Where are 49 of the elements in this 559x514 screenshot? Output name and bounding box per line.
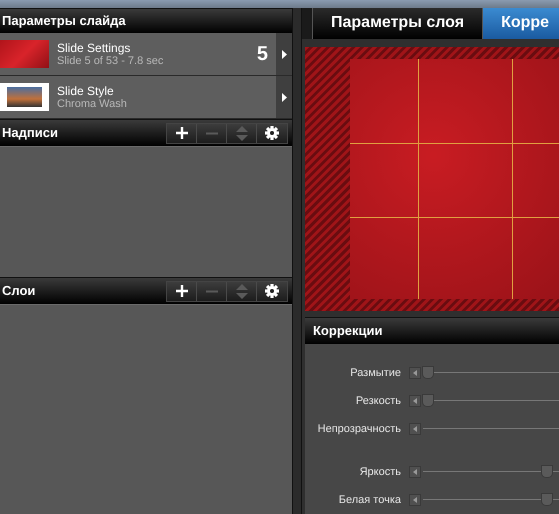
step-left-button[interactable] — [409, 494, 421, 506]
settings-icon — [265, 126, 279, 140]
row-title: Slide Settings — [57, 40, 132, 54]
slide-row[interactable]: Slide Style Chroma Wash — [0, 76, 292, 119]
slide-number: 5 — [256, 42, 268, 67]
tool-button[interactable] — [167, 282, 197, 300]
row-subtitle: Chroma Wash — [57, 98, 127, 110]
left-arrow-icon — [413, 398, 417, 404]
style-thumbnail — [0, 83, 49, 111]
tab[interactable]: Параметры слоя — [312, 8, 484, 39]
slider-label: Размытие — [349, 366, 402, 381]
up-down-arrows-icon — [236, 284, 248, 298]
left-arrow-icon — [413, 497, 417, 503]
plus-icon — [176, 127, 188, 139]
up-down-arrows-icon — [236, 126, 248, 140]
slider-label: Яркость — [358, 464, 402, 480]
tool-button[interactable] — [257, 282, 287, 300]
section-title: Слои — [2, 282, 36, 300]
section-title: Коррекции — [313, 322, 382, 340]
left-arrow-icon — [413, 426, 417, 432]
tool-button[interactable] — [257, 124, 287, 142]
slide-row[interactable]: Slide Settings Slide 5 of 53 - 7.8 sec 5 — [0, 33, 292, 76]
step-left-button[interactable] — [409, 395, 421, 407]
left-arrow-icon — [413, 370, 417, 376]
minus-icon — [206, 290, 218, 292]
slide-thumbnail — [0, 40, 49, 68]
slider-thumb[interactable] — [422, 394, 434, 407]
plus-icon — [176, 285, 188, 297]
slider-label: Резкость — [354, 394, 402, 409]
row-subtitle: Slide 5 of 53 - 7.8 sec — [57, 54, 164, 68]
section-title: Надписи — [2, 124, 58, 142]
settings-icon — [265, 284, 279, 298]
tab[interactable]: Корре — [483, 8, 559, 39]
slider-thumb[interactable] — [541, 465, 553, 478]
slider-label: Белая точка — [338, 492, 402, 508]
expand-arrow-icon[interactable] — [282, 92, 286, 102]
left-arrow-icon — [413, 469, 417, 475]
slider-thumb[interactable] — [541, 493, 553, 506]
tool-button[interactable] — [167, 124, 197, 142]
step-left-button[interactable] — [409, 423, 421, 435]
step-left-button[interactable] — [409, 466, 421, 478]
row-title: Slide Style — [57, 84, 115, 98]
splitter[interactable] — [292, 8, 302, 514]
panel-title: Параметры слайда — [2, 12, 126, 30]
slider-thumb[interactable] — [422, 366, 434, 379]
expand-arrow-icon[interactable] — [282, 50, 286, 58]
step-left-button[interactable] — [409, 367, 421, 379]
minus-icon — [206, 132, 218, 134]
slider-label: Непрозрачность — [316, 422, 402, 437]
